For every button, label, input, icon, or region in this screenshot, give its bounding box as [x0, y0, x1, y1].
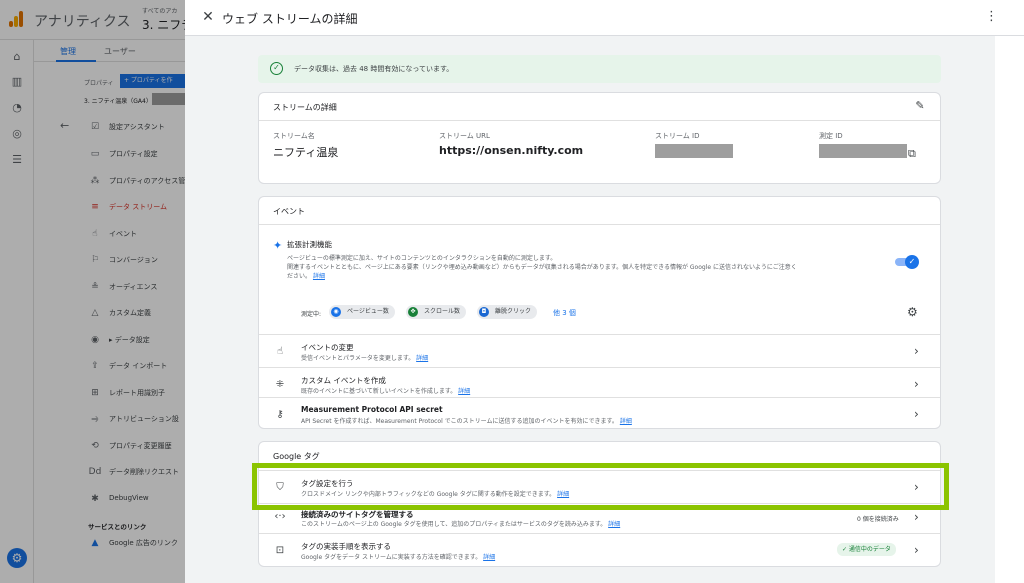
panel-title: ウェブ ストリームの詳細: [222, 12, 358, 26]
scroll-icon: ✥: [408, 307, 418, 317]
row-title: タグの実装手順を表示する: [301, 542, 391, 551]
panel-scroll-edge: [995, 36, 1024, 583]
sparkle-click-icon: ⁜: [275, 379, 285, 390]
enhanced-details-link[interactable]: 詳細: [313, 273, 325, 280]
edit-pencil-icon[interactable]: ✎: [914, 100, 926, 112]
enhanced-measurement-title: 拡張計測機能: [287, 240, 332, 249]
chevron-right-icon: ›: [914, 510, 919, 524]
stream-details-card: ストリームの詳細 ✎ ストリーム名 ニフティ温泉 ストリーム URL https…: [258, 92, 941, 184]
enhanced-desc-line3: ださい。: [287, 273, 312, 280]
chip-outbound-clicks: ◘ 離脱クリック: [477, 305, 538, 319]
touch-icon: ☝: [276, 346, 284, 357]
redacted-measurement-id: [819, 144, 907, 158]
modify-events-row[interactable]: ☝ イベントの変更 受信イベントとパラメータを変更します。 詳細 ›: [259, 334, 940, 367]
events-card: イベント ✦ 拡張計測機能 ページビューの標準測定に加え、サイトのコンテンツとの…: [258, 196, 941, 429]
close-icon[interactable]: ✕: [201, 10, 215, 24]
key-icon: ⚷: [276, 409, 284, 420]
data-collection-banner: ✓ データ収集は、過去 48 時間有効になっています。: [258, 55, 941, 83]
row-title: イベントの変更: [301, 343, 354, 352]
banner-text: データ収集は、過去 48 時間有効になっています。: [294, 65, 454, 73]
chip-label: 離脱クリック: [495, 308, 532, 315]
chip-label: スクロール数: [424, 308, 461, 315]
chevron-right-icon: ›: [914, 344, 919, 358]
details-link[interactable]: 詳細: [416, 355, 428, 362]
card-title: Google タグ: [273, 452, 320, 461]
row-desc-text: 既存のイベントに基づいて新しいイベントを作成します。: [301, 388, 457, 395]
code-icon: ‹·›: [274, 511, 286, 522]
row-desc-text: 受信イベントとパラメータを変更します。: [301, 355, 415, 362]
chip-label: ページビュー数: [347, 308, 389, 315]
row-title: Measurement Protocol API secret: [301, 405, 443, 414]
row-desc-text: API Secret を作成すれば、Measurement Protocol で…: [301, 418, 618, 425]
chevron-right-icon: ›: [914, 377, 919, 391]
row-description: 既存のイベントに基づいて新しいイベントを作成します。 詳細: [301, 386, 470, 395]
row-desc-text: Google タグをデータ ストリームに実装する方法を確認できます。: [301, 554, 482, 561]
eye-icon: ◉: [331, 307, 341, 317]
view-tag-instructions-row[interactable]: ⊡ タグの実装手順を表示する Google タグをデータ ストリームに実装する方…: [259, 533, 940, 566]
stream-id-field: ストリーム ID: [655, 131, 733, 158]
measuring-label: 測定中:: [301, 311, 322, 318]
copy-icon[interactable]: ⧉: [908, 148, 920, 160]
stream-url-value: https://onsen.nifty.com: [439, 144, 584, 157]
stream-url-label: ストリーム URL: [439, 132, 490, 140]
instructions-icon: ⊡: [275, 545, 285, 556]
connected-count: 0 個を接続済み: [857, 516, 899, 523]
data-flowing-badge: ✓ 通信中のデータ: [837, 543, 896, 556]
chevron-right-icon: ›: [914, 407, 919, 421]
stream-id-label: ストリーム ID: [655, 132, 700, 140]
measurement-protocol-row[interactable]: ⚷ Measurement Protocol API secret API Se…: [259, 397, 940, 430]
card-header: ストリームの詳細 ✎: [259, 93, 940, 121]
measurement-id-label: 測定 ID: [819, 132, 843, 140]
card-title: イベント: [273, 207, 305, 216]
check-circle-icon: ✓: [270, 62, 283, 75]
row-description: API Secret を作成すれば、Measurement Protocol で…: [301, 416, 632, 425]
enhanced-measurement-toggle[interactable]: ✓: [895, 255, 919, 269]
enhanced-measurement-description: ページビューの標準測定に加え、サイトのコンテンツとのインタラクションを自動的に測…: [287, 254, 899, 281]
sparkle-icon: ✦: [273, 239, 283, 252]
details-link[interactable]: 詳細: [608, 521, 620, 528]
details-link[interactable]: 詳細: [483, 554, 495, 561]
stream-name-field: ストリーム名 ニフティ温泉: [273, 131, 338, 160]
enhanced-desc-line2: 関連するイベントとともに、ページ上にある要素（リンクや埋め込み動画など）からもデ…: [287, 264, 797, 271]
chip-page-views: ◉ ページビュー数: [329, 305, 395, 319]
mouse-icon: ◘: [479, 307, 489, 317]
stream-url-field: ストリーム URL https://onsen.nifty.com: [439, 131, 583, 157]
row-description: このストリームのページ上の Google タグを使用して、追加のプロパティまたは…: [301, 519, 620, 528]
card-header: イベント: [259, 197, 940, 225]
gear-icon[interactable]: ⚙: [907, 305, 918, 319]
stream-name-value: ニフティ温泉: [273, 146, 339, 159]
row-title: カスタム イベントを作成: [301, 376, 386, 385]
check-icon: ✓: [905, 255, 919, 269]
redacted-stream-id: [655, 144, 733, 158]
panel-header: ✕ ウェブ ストリームの詳細 ⋮: [185, 0, 1024, 36]
enhanced-desc-line1: ページビューの標準測定に加え、サイトのコンテンツとのインタラクションを自動的に測…: [287, 255, 557, 262]
row-desc-text: このストリームのページ上の Google タグを使用して、追加のプロパティまたは…: [301, 521, 607, 528]
highlight-box: [252, 463, 949, 510]
details-link[interactable]: 詳細: [620, 418, 632, 425]
measurement-id-field: 測定 ID: [819, 131, 907, 158]
more-vert-icon[interactable]: ⋮: [985, 9, 998, 25]
more-events-link[interactable]: 他 3 個: [553, 308, 576, 318]
chip-scrolls: ✥ スクロール数: [406, 305, 467, 319]
row-description: Google タグをデータ ストリームに実装する方法を確認できます。 詳細: [301, 552, 495, 561]
details-link[interactable]: 詳細: [458, 388, 470, 395]
stream-name-label: ストリーム名: [273, 132, 315, 140]
row-description: 受信イベントとパラメータを変更します。 詳細: [301, 353, 428, 362]
card-title: ストリームの詳細: [273, 103, 337, 112]
create-custom-event-row[interactable]: ⁜ カスタム イベントを作成 既存のイベントに基づいて新しいイベントを作成します…: [259, 367, 940, 400]
chevron-right-icon: ›: [914, 543, 919, 557]
